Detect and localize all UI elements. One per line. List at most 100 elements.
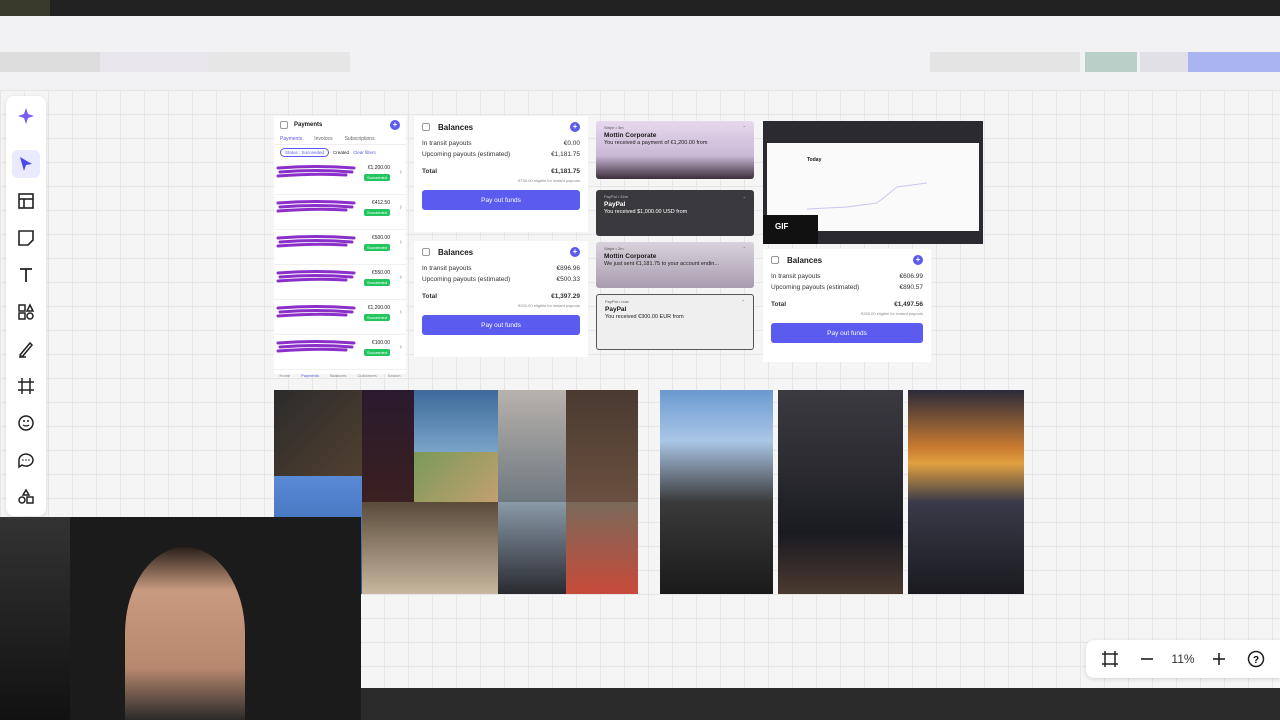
payment-row[interactable]: €100.00 Succeeded › (274, 335, 406, 370)
payment-row[interactable]: €1,200.00 Succeeded › (274, 300, 406, 335)
pen-icon[interactable] (12, 335, 40, 363)
pay-out-funds-button[interactable]: Pay out funds (422, 190, 580, 210)
total-value: €1,397.29 (551, 293, 580, 300)
notification-2[interactable]: PayPal • 34m ⌄ PayPal You received $1,000… (596, 190, 754, 236)
dashboard-heading: Today (807, 157, 822, 163)
redacted-scribble (276, 200, 356, 213)
payment-amount: €1,200.00 (367, 305, 390, 311)
select-cursor-icon[interactable] (12, 150, 40, 178)
nav-payments[interactable]: Payments (301, 373, 319, 378)
add-icon[interactable]: + (570, 247, 580, 257)
photo-gym[interactable] (660, 390, 773, 594)
chevron-right-icon: › (399, 274, 402, 281)
notification-3[interactable]: Stripe • 2m ⌃ Mottin Corporate We just se… (596, 242, 754, 288)
photo-sunset-beach[interactable] (908, 390, 1024, 594)
instant-payout-note: €200.00 eligible for instant payouts (518, 303, 580, 308)
template-icon[interactable] (12, 187, 40, 215)
back-icon[interactable] (280, 121, 288, 129)
pay-out-funds-button[interactable]: Pay out funds (771, 323, 923, 343)
zoom-level[interactable]: 11% (1171, 652, 1194, 666)
add-icon[interactable]: + (913, 255, 923, 265)
instant-payout-note: €750.00 eligible for instant payouts (518, 178, 580, 183)
notif-body: You received $1,000.00 USD from (604, 209, 688, 215)
app-header-blurred (0, 16, 1280, 90)
zoom-in-button[interactable] (1207, 647, 1231, 671)
instant-payout-note: €200.00 eligible for instant payouts (861, 311, 923, 316)
photo-restaurant[interactable] (778, 390, 903, 594)
nav-balances[interactable]: Balances (330, 373, 346, 378)
chevron-right-icon: › (399, 204, 402, 211)
status-badge: Succeeded (363, 279, 390, 286)
left-toolbar (6, 96, 46, 516)
redacted-scribble (276, 235, 356, 248)
total-label: Total (422, 293, 438, 300)
redacted-scribble (276, 270, 356, 283)
zoom-out-button[interactable] (1135, 647, 1159, 671)
fit-to-screen-icon[interactable] (1098, 647, 1122, 671)
created-filter[interactable]: Created (333, 150, 349, 155)
payment-row[interactable]: €550.00 Succeeded › (274, 265, 406, 300)
zoom-controls: 11% ? (1086, 640, 1280, 678)
nav-home[interactable]: Home (280, 373, 291, 378)
balances-card-1[interactable]: Balances + In transit payouts €0.00 Upcomi… (414, 116, 588, 232)
balances-title: Balances (438, 247, 474, 257)
notif-app: PayPal • 34m (604, 194, 629, 199)
tab-invoices[interactable]: Invoices (314, 136, 332, 142)
comment-icon[interactable] (12, 446, 40, 474)
in-transit-label: In transit payouts (771, 273, 821, 280)
total-label: Total (771, 301, 787, 308)
redacted-scribble (276, 305, 356, 318)
balances-card-3[interactable]: Balances + In transit payouts €606.99 Upco… (763, 249, 931, 362)
webcam-overlay (0, 517, 361, 720)
notif-app: Stripe • 2m (604, 246, 624, 251)
redacted-scribble (276, 340, 356, 353)
add-icon[interactable]: + (570, 122, 580, 132)
svg-text:?: ? (1253, 655, 1259, 666)
tab-payments[interactable]: Payments (280, 136, 302, 142)
notif-app: Stripe • 5m (604, 125, 624, 130)
chevron-right-icon: › (399, 309, 402, 316)
nav-customers[interactable]: Customers (357, 373, 376, 378)
taskbar-blurred (361, 688, 1280, 720)
payment-amount: €500.00 (371, 235, 390, 241)
payment-row[interactable]: €500.00 Succeeded › (274, 230, 406, 265)
dashboard-screenshot[interactable]: Today GIF (763, 121, 983, 244)
payments-title: Payments (294, 122, 323, 128)
shapes-icon[interactable] (12, 298, 40, 326)
status-badge: Succeeded (363, 349, 390, 356)
in-transit-value: €896.96 (556, 265, 581, 272)
balances-title: Balances (787, 255, 823, 265)
payment-row[interactable]: €1,200.00 Succeeded › (274, 160, 406, 195)
payments-card[interactable]: Payments + Payments Invoices Subscriptio… (274, 116, 406, 378)
sticker-icon[interactable] (12, 409, 40, 437)
upcoming-value: €890.57 (899, 284, 924, 291)
redacted-scribble (276, 165, 356, 178)
notif-app: PayPal • now (605, 299, 629, 304)
sticky-note-icon[interactable] (12, 224, 40, 252)
status-badge: Succeeded (363, 244, 390, 251)
chevron-right-icon: › (399, 239, 402, 246)
help-icon[interactable]: ? (1244, 647, 1268, 671)
frame-icon[interactable] (12, 372, 40, 400)
nav-search[interactable]: Search (388, 373, 401, 378)
ai-sparkle-icon[interactable] (12, 102, 40, 130)
notif-title: PayPal (605, 306, 627, 313)
status-filter-chip[interactable]: Status : Succeeded (280, 148, 330, 157)
payment-amount: €1,200.00 (367, 165, 390, 171)
payment-amount: €100.00 (371, 340, 390, 346)
payment-amount: €550.00 (371, 270, 390, 276)
top-system-bar (0, 0, 1280, 16)
status-badge: Succeeded (363, 209, 390, 216)
text-icon[interactable] (12, 261, 40, 289)
balances-card-2[interactable]: Balances + In transit payouts €896.96 Upco… (414, 241, 588, 357)
add-payment-button[interactable]: + (390, 120, 400, 130)
notification-4[interactable]: PayPal • now ⌃ PayPal You received €300.0… (596, 294, 754, 350)
in-transit-label: In transit payouts (422, 265, 472, 272)
tab-subscriptions[interactable]: Subscriptions (345, 136, 375, 142)
pay-out-funds-button[interactable]: Pay out funds (422, 315, 580, 335)
more-tools-icon[interactable] (12, 483, 40, 511)
clear-filters-link[interactable]: Clear filters (353, 150, 376, 155)
payment-row[interactable]: €412.50 Succeeded › (274, 195, 406, 230)
bottom-nav: Home Payments Balances Customers Search (274, 370, 406, 378)
notification-1[interactable]: Stripe • 5m ⌃ Mottin Corporate You receiv… (596, 121, 754, 179)
